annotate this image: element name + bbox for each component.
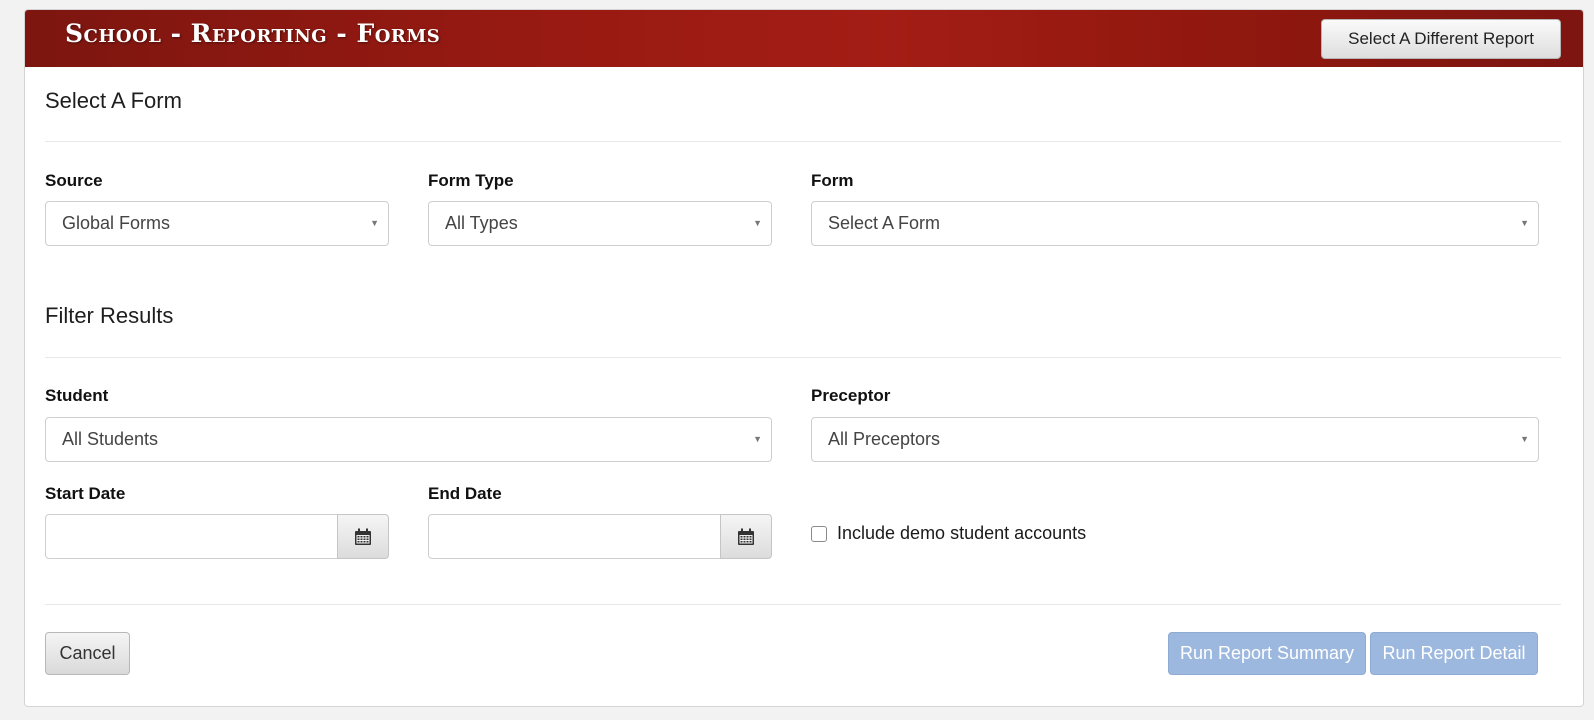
student-select-value: All Students xyxy=(62,429,159,449)
preceptor-select-value: All Preceptors xyxy=(828,429,941,449)
divider xyxy=(45,141,1561,142)
run-report-summary-button[interactable]: Run Report Summary xyxy=(1168,632,1366,675)
source-select[interactable]: Global Forms ▼ xyxy=(45,201,389,246)
divider xyxy=(45,604,1561,605)
source-label: Source xyxy=(45,171,103,190)
form-select-value: Select A Form xyxy=(828,213,941,233)
preceptor-label: Preceptor xyxy=(811,386,891,405)
start-date-calendar-button[interactable] xyxy=(337,514,389,559)
student-label: Student xyxy=(45,386,109,405)
end-date-calendar-button[interactable] xyxy=(720,514,772,559)
calendar-icon xyxy=(738,528,754,545)
cancel-button[interactable]: Cancel xyxy=(45,632,130,675)
caret-down-icon: ▼ xyxy=(1520,434,1529,444)
calendar-icon xyxy=(355,528,371,545)
form-select[interactable]: Select A Form ▼ xyxy=(811,201,1539,246)
source-select-value: Global Forms xyxy=(62,213,171,233)
form-type-label: Form Type xyxy=(428,171,514,190)
select-different-report-button[interactable]: Select A Different Report xyxy=(1321,19,1561,59)
report-panel: School - Reporting - Forms Select A Diff… xyxy=(24,9,1584,707)
page-header: School - Reporting - Forms Select A Diff… xyxy=(25,10,1583,67)
select-form-heading: Select A Form xyxy=(45,88,182,113)
filter-results-heading: Filter Results xyxy=(45,303,174,328)
end-date-input[interactable] xyxy=(428,514,721,559)
divider xyxy=(45,357,1561,358)
caret-down-icon: ▼ xyxy=(753,434,762,444)
caret-down-icon: ▼ xyxy=(753,218,762,228)
form-type-select[interactable]: All Types ▼ xyxy=(428,201,772,246)
caret-down-icon: ▼ xyxy=(370,218,379,228)
form-label: Form xyxy=(811,171,854,190)
start-date-label: Start Date xyxy=(45,484,126,503)
include-demo-label: Include demo student accounts xyxy=(837,523,1087,543)
form-type-select-value: All Types xyxy=(445,213,518,233)
student-select[interactable]: All Students ▼ xyxy=(45,417,772,462)
page-title: School - Reporting - Forms xyxy=(65,19,441,48)
run-report-detail-button[interactable]: Run Report Detail xyxy=(1370,632,1538,675)
end-date-label: End Date xyxy=(428,484,502,503)
preceptor-select[interactable]: All Preceptors ▼ xyxy=(811,417,1539,462)
start-date-input[interactable] xyxy=(45,514,338,559)
caret-down-icon: ▼ xyxy=(1520,218,1529,228)
include-demo-checkbox[interactable] xyxy=(811,526,827,542)
